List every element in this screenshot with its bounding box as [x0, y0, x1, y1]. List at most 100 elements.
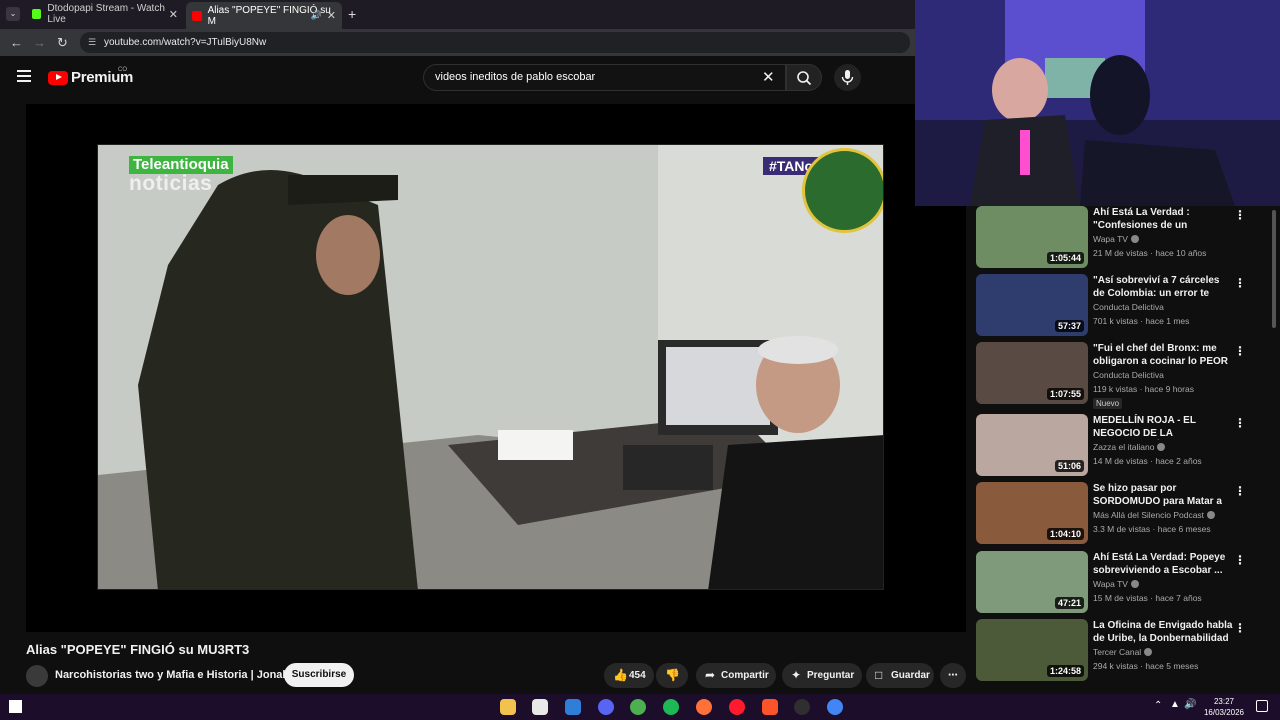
dislike-button[interactable]: 👎: [656, 663, 688, 688]
recommendation-title[interactable]: MEDELLÍN ROJA - EL NEGOCIO DE LA PROSTIT…: [1093, 414, 1233, 440]
notification-icon[interactable]: [1256, 700, 1268, 712]
recommendation-thumbnail[interactable]: 1:05:44: [976, 206, 1088, 268]
recommendation-meta: 3.3 M de vistas · hace 6 meses: [1093, 524, 1211, 534]
noticias-logo: noticias: [129, 172, 213, 195]
channel-avatar[interactable]: [26, 665, 48, 687]
new-tab-button[interactable]: +: [348, 6, 356, 22]
chrome-icon[interactable]: [630, 699, 646, 715]
discord-icon[interactable]: [598, 699, 614, 715]
duration-badge: 1:24:58: [1046, 665, 1084, 677]
share-icon: ➦: [705, 668, 716, 682]
youtube-header: Premium CO videos ineditos de pablo esco…: [0, 56, 915, 101]
duration-badge: 57:37: [1054, 320, 1084, 332]
recommendation-meta: 701 k vistas · hace 1 mes: [1093, 316, 1190, 326]
clear-search-icon[interactable]: ✕: [762, 68, 775, 86]
opera-icon[interactable]: [729, 699, 745, 715]
recommendation-thumbnail[interactable]: 51:06: [976, 414, 1088, 476]
recommendation-title[interactable]: Ahí Está La Verdad: Popeye sobreviviendo…: [1093, 551, 1233, 577]
verified-icon: [1157, 443, 1166, 451]
reload-icon[interactable]: ↻: [57, 35, 68, 51]
tab-audio-icon[interactable]: 🔊: [311, 10, 322, 21]
recommendation-item[interactable]: 1:05:44 Ahí Está La Verdad : "Confesione…: [976, 206, 1266, 268]
recommendation-item[interactable]: 1:24:58 La Oficina de Envigado habla de …: [976, 619, 1266, 681]
recommendation-thumbnail[interactable]: 1:07:55: [976, 342, 1088, 404]
voice-search-button[interactable]: [834, 64, 861, 91]
clock-time: 23:27: [1213, 697, 1235, 706]
recommendation-item[interactable]: 57:37 "Así sobreviví a 7 cárceles de Col…: [976, 274, 1266, 336]
channel-name[interactable]: Narcohistorias two y Mafia e Historia | …: [55, 669, 289, 681]
recommendation-channel[interactable]: Más Allá del Silencio Podcast: [1093, 510, 1216, 520]
more-vertical-icon[interactable]: ⋮: [1234, 208, 1246, 222]
tab-search-icon[interactable]: ⌄: [6, 7, 20, 21]
verified-icon: [1144, 648, 1153, 656]
clock-date: 16/03/2026: [1203, 708, 1245, 717]
recommendation-channel[interactable]: Wapa TV: [1093, 579, 1139, 589]
more-vertical-icon[interactable]: ⋮: [1234, 416, 1246, 430]
video-frame[interactable]: Teleantioquia noticias #TANoticias: [97, 144, 884, 590]
recommendation-title[interactable]: Ahí Está La Verdad : "Confesiones de un …: [1093, 206, 1233, 232]
tab-popeye[interactable]: Alias "POPEYE" FINGIÓ su M 🔊 ✕: [186, 2, 342, 29]
tab-dtodopapi[interactable]: Dtodopapi Stream - Watch Live ✕: [26, 3, 184, 25]
more-vertical-icon[interactable]: ⋮: [1234, 553, 1246, 567]
verified-icon: [1130, 580, 1139, 588]
url-field[interactable]: ☰ youtube.com/watch?v=JTulBiyU8Nw: [80, 32, 910, 53]
recommendation-item[interactable]: 47:21 Ahí Está La Verdad: Popeye sobrevi…: [976, 551, 1266, 613]
forward-icon[interactable]: →: [33, 35, 46, 50]
wifi-icon[interactable]: ▲: [1170, 699, 1180, 710]
save-button[interactable]: □ Guardar: [866, 663, 934, 688]
recommendation-item[interactable]: 1:04:10 Se hizo pasar por SORDOMUDO para…: [976, 482, 1266, 544]
sidebar-scrollbar[interactable]: [1272, 210, 1276, 328]
recommendation-thumbnail[interactable]: 1:04:10: [976, 482, 1088, 544]
more-vertical-icon[interactable]: ⋮: [1234, 276, 1246, 290]
search-input[interactable]: videos ineditos de pablo escobar: [423, 64, 786, 91]
duration-badge: 1:07:55: [1046, 388, 1084, 400]
calculator-icon[interactable]: [532, 699, 548, 715]
recommendation-channel[interactable]: Conducta Delictiva: [1093, 370, 1164, 380]
recommendation-channel[interactable]: Conducta Delictiva: [1093, 302, 1164, 312]
recommendation-meta: 294 k vistas · hace 5 meses: [1093, 661, 1199, 671]
video-player[interactable]: Teleantioquia noticias #TANoticias: [26, 104, 966, 632]
youtube-favicon-icon: [192, 10, 202, 21]
address-bar-row: ← → ↻ ☰ youtube.com/watch?v=JTulBiyU8Nw: [0, 29, 915, 56]
taskbar-clock[interactable]: 23:27 16/03/2026: [1194, 696, 1254, 718]
recommendation-channel[interactable]: Wapa TV: [1093, 234, 1139, 244]
more-vertical-icon[interactable]: ⋮: [1234, 484, 1246, 498]
store-icon[interactable]: [565, 699, 581, 715]
more-vertical-icon[interactable]: ⋮: [1234, 344, 1246, 358]
recommendation-channel[interactable]: Tercer Canal: [1093, 647, 1153, 657]
recommendation-thumbnail[interactable]: 1:24:58: [976, 619, 1088, 681]
recommendation-title[interactable]: La Oficina de Envigado habla de Uribe, l…: [1093, 619, 1233, 645]
like-count: 454: [629, 670, 646, 681]
file-explorer-icon[interactable]: [500, 699, 516, 715]
tray-chevron-icon[interactable]: ⌃: [1154, 700, 1162, 711]
chrome-active-icon[interactable]: [827, 699, 843, 715]
ask-button[interactable]: ✦ Preguntar: [782, 663, 862, 688]
recommendation-item[interactable]: 51:06 MEDELLÍN ROJA - EL NEGOCIO DE LA P…: [976, 414, 1266, 476]
share-button[interactable]: ➦ Compartir: [696, 663, 776, 688]
recommendation-thumbnail[interactable]: 47:21: [976, 551, 1088, 613]
recommendation-channel[interactable]: Zazza el italiano: [1093, 442, 1166, 452]
tab-close-icon[interactable]: ✕: [327, 9, 336, 22]
windows-start-icon[interactable]: [9, 700, 22, 713]
tab-title: Dtodopapi Stream - Watch Live: [47, 3, 165, 25]
recommendation-title[interactable]: "Así sobreviví a 7 cárceles de Colombia:…: [1093, 274, 1233, 300]
tab-close-icon[interactable]: ✕: [169, 8, 178, 21]
more-actions-button[interactable]: ⋯: [940, 663, 966, 688]
subscribe-button[interactable]: Suscribirse: [284, 663, 354, 687]
like-button[interactable]: 👍 454: [604, 663, 654, 688]
more-vertical-icon[interactable]: ⋮: [1234, 621, 1246, 635]
brave-icon[interactable]: [762, 699, 778, 715]
back-icon[interactable]: ←: [10, 35, 23, 50]
search-button[interactable]: [786, 64, 822, 91]
recommendation-item[interactable]: 1:07:55 "Fui el chef del Bronx: me oblig…: [976, 342, 1266, 409]
sparkle-icon: ✦: [791, 668, 802, 682]
firefox-icon[interactable]: [696, 699, 712, 715]
recommendation-thumbnail[interactable]: 57:37: [976, 274, 1088, 336]
recommendation-title[interactable]: Se hizo pasar por SORDOMUDO para Matar a…: [1093, 482, 1233, 508]
obs-icon[interactable]: [794, 699, 810, 715]
site-info-icon[interactable]: ☰: [88, 32, 96, 53]
spotify-icon[interactable]: [663, 699, 679, 715]
hamburger-menu-icon[interactable]: [17, 70, 31, 82]
recommendation-title[interactable]: "Fui el chef del Bronx: me obligaron a c…: [1093, 342, 1233, 368]
recommendation-meta: 119 k vistas · hace 9 horas: [1093, 384, 1194, 394]
